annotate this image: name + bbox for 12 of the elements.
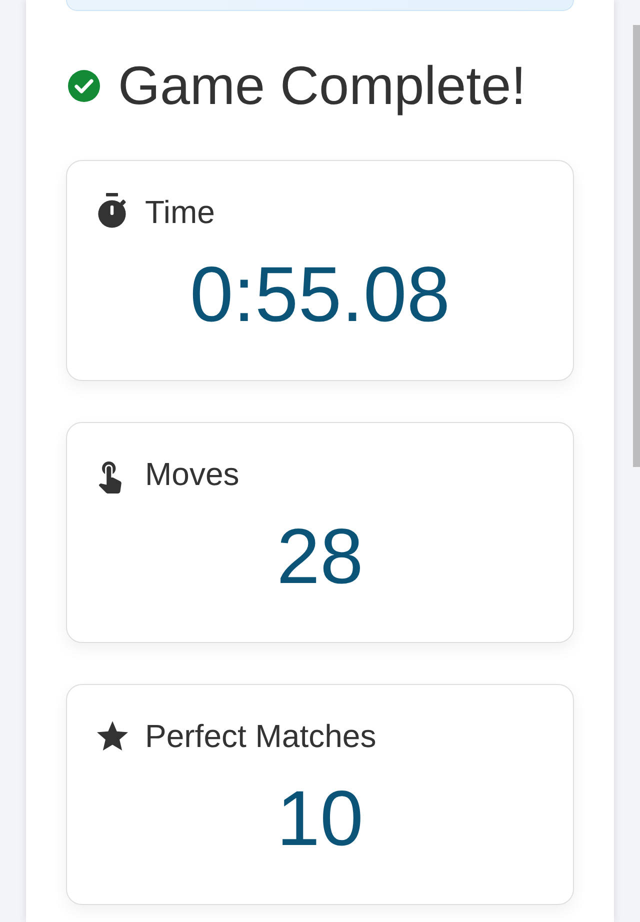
stat-label: Moves xyxy=(145,455,240,494)
scrollbar-thumb[interactable] xyxy=(633,25,640,467)
stat-label: Time xyxy=(145,193,215,232)
tapping-hand-icon xyxy=(99,460,123,494)
stat-value: 10 xyxy=(276,776,364,860)
success-check-icon xyxy=(68,70,100,102)
stopwatch-icon xyxy=(97,193,127,228)
stat-value: 0:55.08 xyxy=(188,252,452,336)
star-icon xyxy=(97,721,128,751)
stat-label: Perfect Matches xyxy=(145,717,376,756)
stat-value: 28 xyxy=(276,514,364,598)
game-complete-heading: Game Complete! xyxy=(118,55,526,118)
